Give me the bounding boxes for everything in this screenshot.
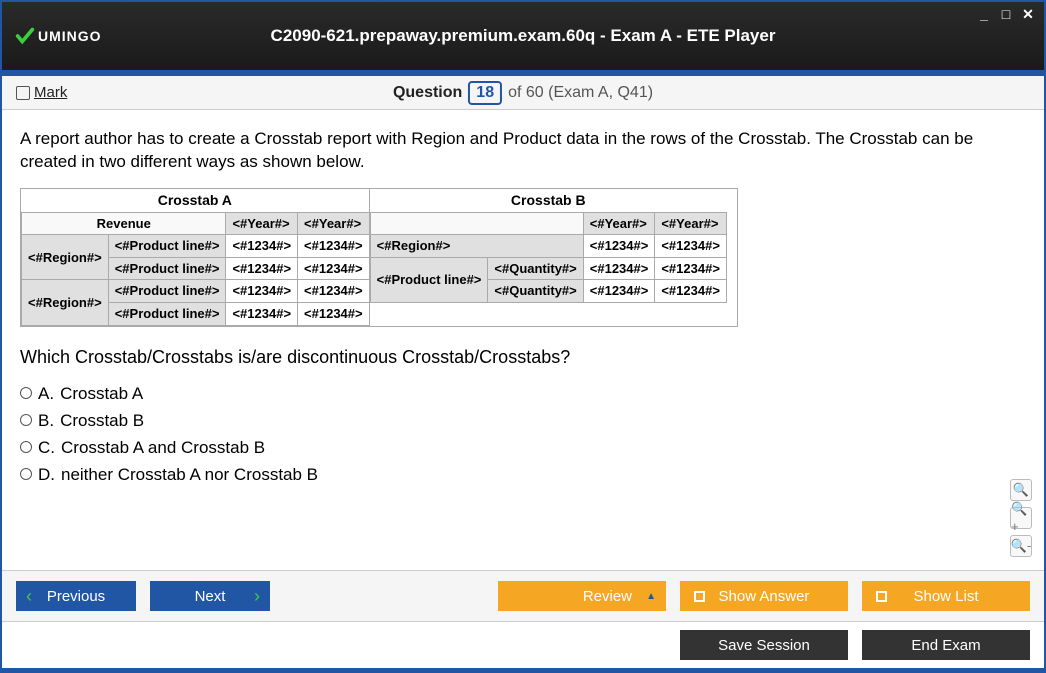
question-indicator: Question 18 of 60 (Exam A, Q41) xyxy=(393,81,653,105)
option-a[interactable]: A.Crosstab A xyxy=(20,383,1026,406)
question-number[interactable]: 18 xyxy=(468,81,502,105)
close-icon[interactable]: ✕ xyxy=(1020,6,1036,23)
show-answer-button[interactable]: Show Answer xyxy=(680,581,848,611)
zoom-out-icon[interactable]: 🔍- xyxy=(1010,535,1032,557)
zoom-reset-icon[interactable]: 🔍 xyxy=(1010,479,1032,501)
window-controls: _ □ ✕ xyxy=(976,6,1036,23)
answer-options: A.Crosstab A B.Crosstab B C.Crosstab A a… xyxy=(20,383,1026,487)
question-content: A report author has to create a Crosstab… xyxy=(2,110,1044,567)
session-row: Save Session End Exam xyxy=(2,621,1044,668)
maximize-icon[interactable]: □ xyxy=(998,6,1014,23)
radio-icon[interactable] xyxy=(20,441,32,453)
footer: ‹Previous Next› Review▲ Show Answer Show… xyxy=(2,570,1044,671)
crosstab-b: Crosstab B <#Year#> <#Year#> <#Region#> … xyxy=(370,189,727,326)
checkbox-icon[interactable] xyxy=(16,86,30,100)
zoom-in-icon[interactable]: 🔍+ xyxy=(1010,507,1032,529)
next-button[interactable]: Next› xyxy=(150,581,270,611)
question-bar: Mark Question 18 of 60 (Exam A, Q41) xyxy=(2,76,1044,110)
chevron-left-icon: ‹ xyxy=(26,586,32,607)
nav-row: ‹Previous Next› Review▲ Show Answer Show… xyxy=(2,570,1044,621)
sub-question: Which Crosstab/Crosstabs is/are disconti… xyxy=(20,345,1026,369)
square-icon xyxy=(694,591,705,602)
end-exam-button[interactable]: End Exam xyxy=(862,630,1030,660)
app-logo: UMINGO xyxy=(14,25,102,47)
minimize-icon[interactable]: _ xyxy=(976,6,992,23)
square-icon xyxy=(876,591,887,602)
option-c[interactable]: C.Crosstab A and Crosstab B xyxy=(20,437,1026,460)
mark-checkbox[interactable]: Mark xyxy=(16,84,67,101)
crosstab-b-table: <#Year#> <#Year#> <#Region#> <#1234#> <#… xyxy=(370,212,727,303)
triangle-up-icon: ▲ xyxy=(646,591,656,602)
chevron-right-icon: › xyxy=(254,586,260,607)
crosstab-b-title: Crosstab B xyxy=(370,189,727,212)
crosstab-a-table: Revenue <#Year#> <#Year#> <#Region#> <#P… xyxy=(21,212,370,326)
mark-label: Mark xyxy=(34,84,67,101)
question-text: A report author has to create a Crosstab… xyxy=(20,128,1026,174)
save-session-button[interactable]: Save Session xyxy=(680,630,848,660)
bottom-accent xyxy=(2,668,1044,671)
zoom-controls: 🔍 🔍+ 🔍- xyxy=(1010,479,1032,557)
crosstab-a-title: Crosstab A xyxy=(21,189,370,212)
question-word: Question xyxy=(393,84,462,102)
check-icon xyxy=(14,25,36,47)
option-d[interactable]: D.neither Crosstab A nor Crosstab B xyxy=(20,464,1026,487)
question-total: of 60 (Exam A, Q41) xyxy=(508,84,653,102)
title-bar: UMINGO C2090-621.prepaway.premium.exam.6… xyxy=(2,2,1044,70)
radio-icon[interactable] xyxy=(20,468,32,480)
radio-icon[interactable] xyxy=(20,387,32,399)
brand-text: UMINGO xyxy=(38,28,102,44)
previous-button[interactable]: ‹Previous xyxy=(16,581,136,611)
option-b[interactable]: B.Crosstab B xyxy=(20,410,1026,433)
radio-icon[interactable] xyxy=(20,414,32,426)
show-list-button[interactable]: Show List xyxy=(862,581,1030,611)
review-button[interactable]: Review▲ xyxy=(498,581,666,611)
crosstab-diagram: Crosstab A Revenue <#Year#> <#Year#> <#R… xyxy=(20,188,738,327)
crosstab-a: Crosstab A Revenue <#Year#> <#Year#> <#R… xyxy=(21,189,370,326)
window-title: C2090-621.prepaway.premium.exam.60q - Ex… xyxy=(271,26,776,46)
